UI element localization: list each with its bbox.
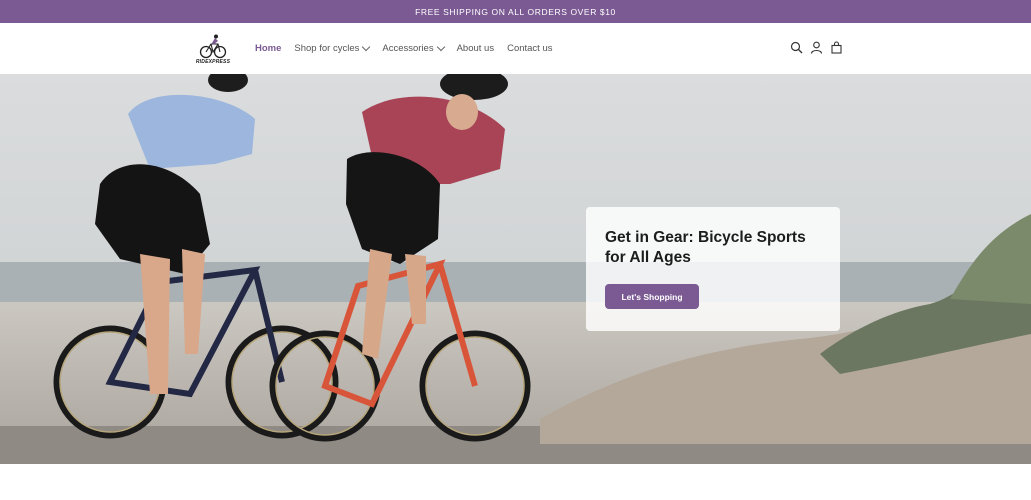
nav-contact-us[interactable]: Contact us — [507, 43, 552, 54]
main-nav: Home Shop for cycles Accessories About u… — [255, 23, 553, 74]
hero-title: Get in Gear: Bicycle Sports for All Ages — [605, 229, 806, 266]
shop-now-button[interactable]: Let's Shopping — [605, 284, 699, 309]
nav-label: Shop for cycles — [294, 43, 360, 54]
hero-banner: Get in Gear: Bicycle Sports for All Ages… — [0, 74, 1031, 464]
account-icon[interactable] — [810, 41, 823, 54]
cart-icon[interactable] — [830, 41, 843, 54]
nav-label: Contact us — [507, 43, 553, 54]
search-icon[interactable] — [790, 41, 803, 54]
brand-logo-text: RIDEXPRESS — [195, 59, 231, 65]
header-icons — [790, 41, 843, 54]
site-header: RIDEXPRESS Home Shop for cycles Accessor… — [0, 23, 1031, 75]
hero-promo-card: Get in Gear: Bicycle Sports for All Ages… — [586, 207, 840, 331]
brand-logo[interactable]: RIDEXPRESS — [194, 33, 232, 65]
announcement-bar: FREE SHIPPING ON ALL ORDERS OVER $10 — [0, 0, 1031, 23]
hero-image — [0, 74, 1031, 464]
nav-home[interactable]: Home — [255, 43, 281, 54]
nav-accessories[interactable]: Accessories — [382, 42, 445, 54]
nav-label: About us — [456, 43, 495, 54]
nav-about-us[interactable]: About us — [457, 43, 495, 54]
nav-label: Home — [255, 43, 282, 54]
chevron-down-icon — [362, 42, 371, 52]
cyclist-icon — [199, 34, 227, 59]
chevron-down-icon — [436, 42, 445, 52]
nav-shop-for-cycles[interactable]: Shop for cycles — [294, 42, 371, 54]
nav-label: Accessories — [382, 43, 434, 54]
announcement-text: FREE SHIPPING ON ALL ORDERS OVER $10 — [415, 6, 616, 17]
